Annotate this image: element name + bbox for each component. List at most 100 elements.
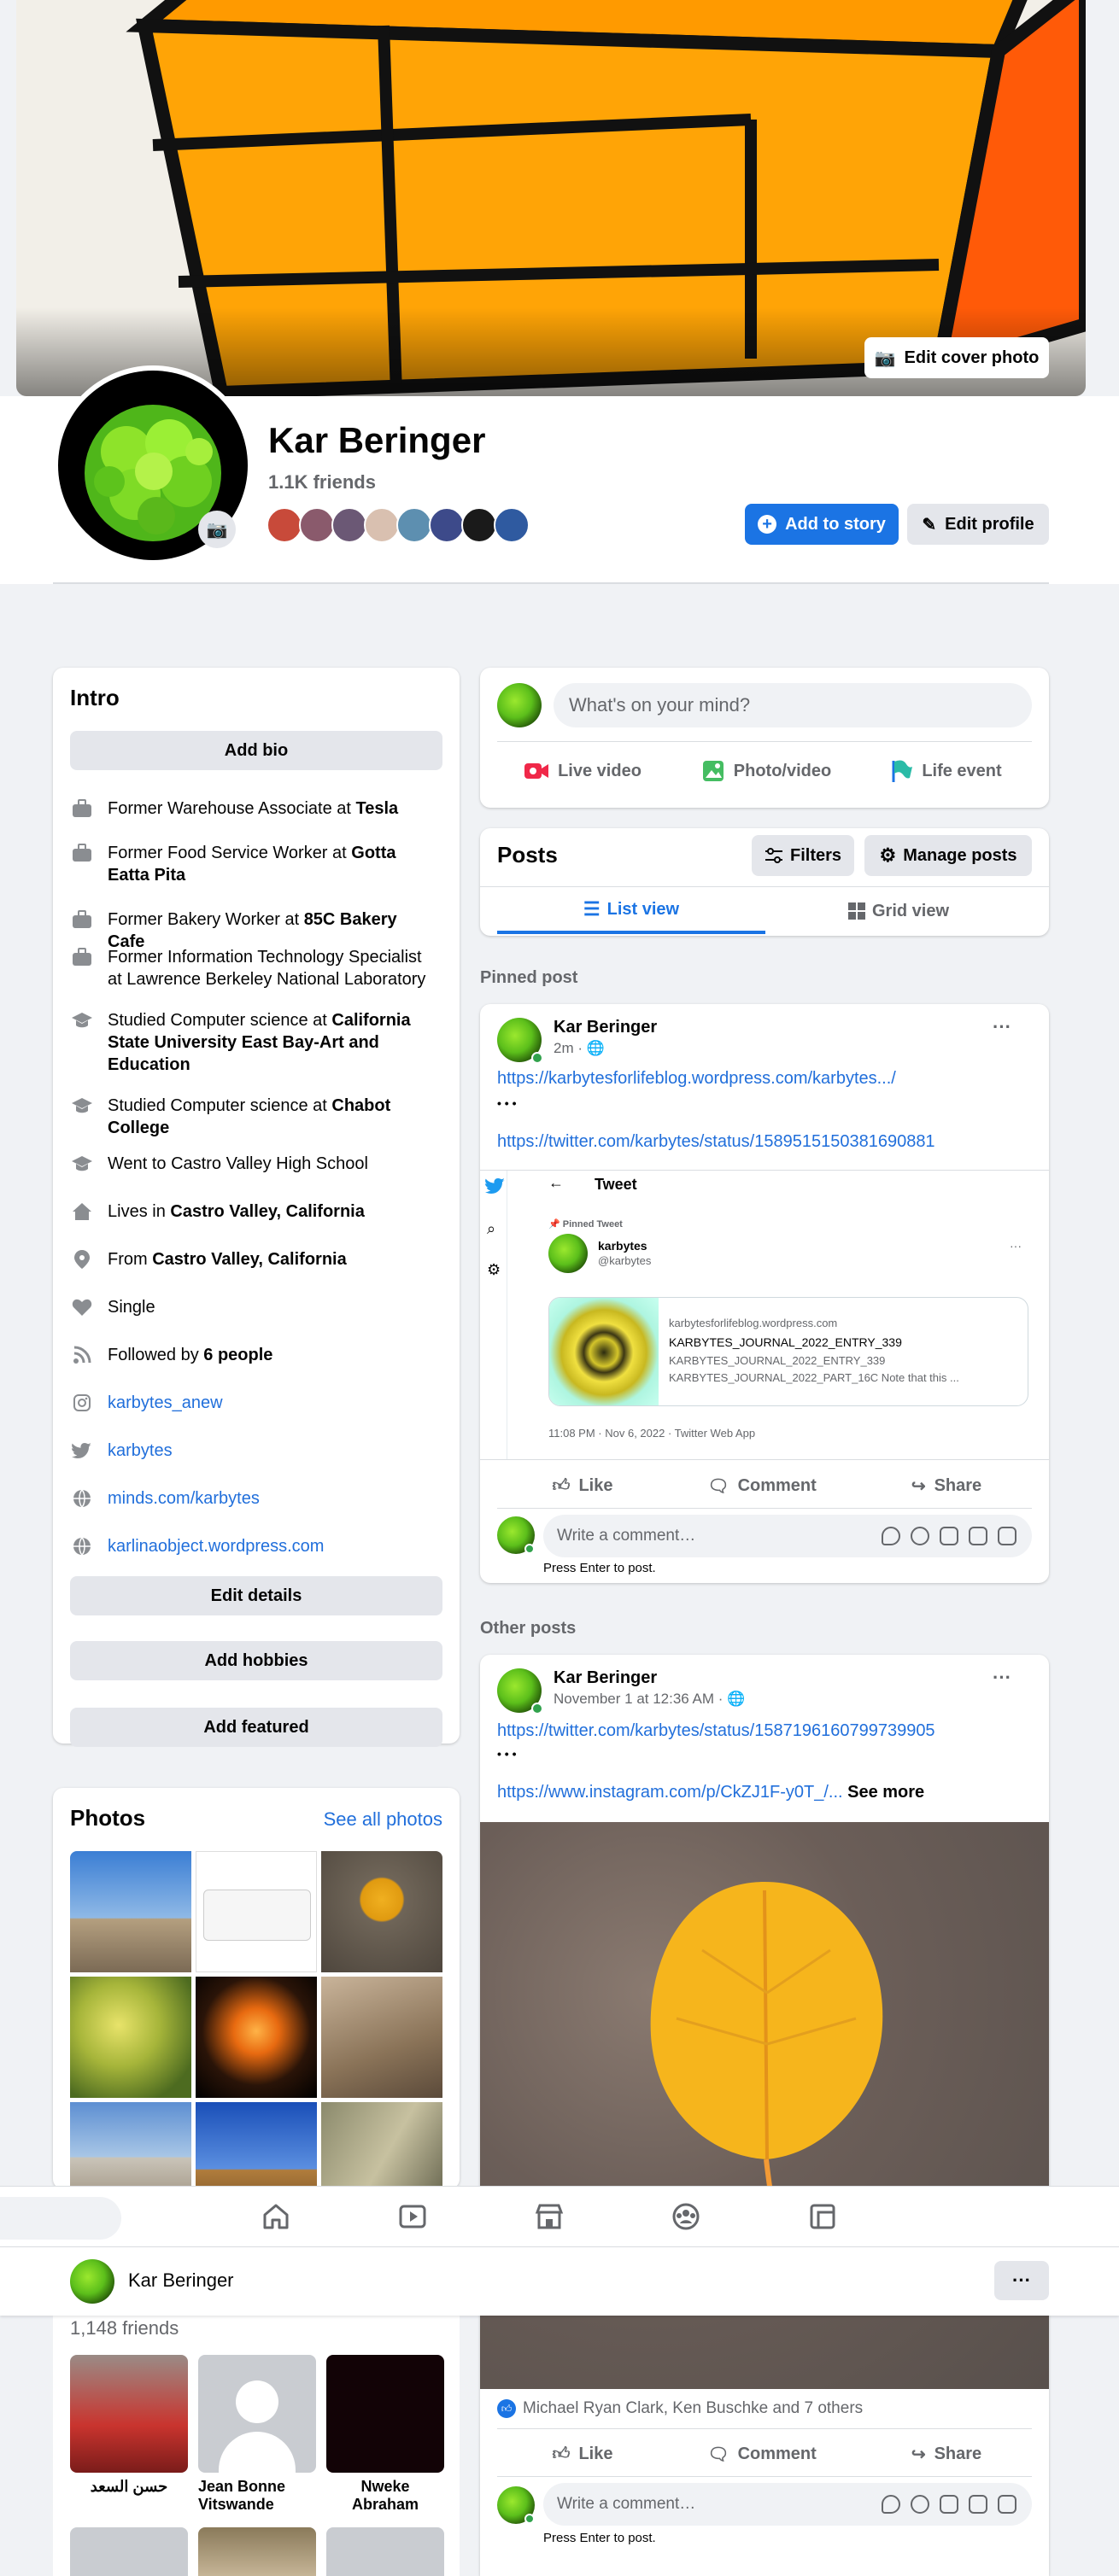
friend-tile[interactable] xyxy=(326,2527,444,2576)
like-button[interactable]: 👍︎ Like xyxy=(497,1465,668,1506)
friend-photo[interactable] xyxy=(198,2355,316,2473)
embedded-tweet-image[interactable]: ⌕ ⚙ ← Tweet 📌 Pinned Tweet karbytes @kar… xyxy=(480,1170,1049,1460)
post-link[interactable]: https://twitter.com/karbytes/status/1587… xyxy=(497,1721,935,1741)
groups-nav-icon[interactable] xyxy=(671,2202,700,2235)
friend-name[interactable]: Jean Bonne Vitswande xyxy=(198,2478,316,2514)
intro-link-item[interactable]: karbytes xyxy=(70,1440,437,1462)
friend-tile[interactable] xyxy=(198,2527,316,2576)
photo-thumbnail[interactable] xyxy=(70,1851,191,1972)
sticker-icon[interactable] xyxy=(882,1527,900,1545)
post-timestamp[interactable]: 2m · 🌐 xyxy=(554,1040,605,1057)
share-button[interactable]: ↪ Share xyxy=(861,1465,1032,1506)
post-options-button[interactable]: ··· xyxy=(993,1667,1011,1689)
twitter-sidebar: ⌕ ⚙ xyxy=(480,1171,507,1459)
composer-divider xyxy=(497,741,1032,742)
composer-avatar[interactable] xyxy=(497,683,542,727)
photo-thumbnail[interactable] xyxy=(196,1977,317,2098)
sticker-icon[interactable] xyxy=(882,2495,900,2514)
friend-tile[interactable]: حسن السعد xyxy=(70,2355,188,2496)
intro-link-item[interactable]: minds.com/karbytes xyxy=(70,1487,437,1510)
camera-icon[interactable] xyxy=(940,2495,958,2514)
like-button[interactable]: 👍︎ Like xyxy=(497,2433,668,2474)
photo-thumbnail[interactable] xyxy=(196,1851,317,1972)
add-featured-button[interactable]: Add featured xyxy=(70,1708,442,1747)
friend-name[interactable]: Nweke Abraham xyxy=(326,2478,444,2514)
gif-icon[interactable] xyxy=(969,2495,987,2514)
camera-icon[interactable] xyxy=(940,1527,958,1545)
friend-avatar[interactable] xyxy=(364,507,400,543)
photo-video-button[interactable]: Photo/video xyxy=(677,750,856,792)
edit-cover-photo-button[interactable]: 📷 Edit cover photo xyxy=(864,337,1049,378)
tab-grid-view[interactable]: Grid view xyxy=(765,888,1032,934)
life-event-button[interactable]: Life event xyxy=(861,750,1032,792)
manage-posts-button[interactable]: ⚙ Manage posts xyxy=(864,835,1032,876)
post-timestamp[interactable]: November 1 at 12:36 AM · 🌐 xyxy=(554,1691,745,1708)
friend-avatar[interactable] xyxy=(494,507,530,543)
sticker-icon[interactable] xyxy=(998,1527,1016,1545)
back-arrow-icon: ← xyxy=(548,1174,564,1191)
sticky-profile-name[interactable]: Kar Beringer xyxy=(128,2269,234,2292)
tab-list-view[interactable]: ☰ List view xyxy=(497,888,765,934)
friends-count[interactable]: 1.1K friends xyxy=(268,471,376,494)
comment-tools xyxy=(882,2495,1016,2514)
update-profile-picture-button[interactable]: 📷 xyxy=(198,511,236,548)
photo-thumbnail[interactable] xyxy=(70,2102,191,2189)
reactions-row[interactable]: 👍︎ Michael Ryan Clark, Ken Buschke and 7… xyxy=(497,2399,863,2418)
edit-profile-button[interactable]: ✎ Edit profile xyxy=(907,504,1049,545)
add-hobbies-button[interactable]: Add hobbies xyxy=(70,1641,442,1680)
friend-avatars[interactable] xyxy=(267,507,530,543)
friend-avatar[interactable] xyxy=(396,507,432,543)
marketplace-nav-icon[interactable] xyxy=(535,2202,564,2235)
emoji-icon[interactable] xyxy=(911,1527,929,1545)
photo-thumbnail[interactable] xyxy=(196,2102,317,2189)
see-all-photos-link[interactable]: See all photos xyxy=(324,1808,442,1831)
intro-item: Followed by 6 people xyxy=(70,1344,437,1366)
live-video-button[interactable]: Live video xyxy=(497,750,668,792)
filters-button[interactable]: Filters xyxy=(752,835,854,876)
post-link[interactable]: https://twitter.com/karbytes/status/1589… xyxy=(497,1132,935,1152)
gif-icon[interactable] xyxy=(969,1527,987,1545)
friend-tile[interactable] xyxy=(70,2527,188,2576)
home-nav-icon[interactable] xyxy=(261,2202,290,2235)
search-field-partial[interactable] xyxy=(0,2197,121,2240)
friend-avatar[interactable] xyxy=(461,507,497,543)
share-button[interactable]: ↪ Share xyxy=(861,2433,1032,2474)
post-link[interactable]: https://karbytesforlifeblog.wordpress.co… xyxy=(497,1069,896,1089)
see-more-link[interactable]: See more xyxy=(843,1783,924,1802)
post-author-name[interactable]: Kar Beringer xyxy=(554,1018,657,1037)
intro-item: Studied Computer science at Chabot Colle… xyxy=(70,1095,437,1139)
friend-tile[interactable]: Nweke Abraham xyxy=(326,2355,444,2514)
gaming-nav-icon[interactable] xyxy=(808,2202,837,2235)
comment-button[interactable]: 🗨 Comment xyxy=(677,1465,847,1506)
friend-photo[interactable] xyxy=(326,2355,444,2473)
watch-nav-icon[interactable] xyxy=(398,2202,427,2235)
tweet-author-name: karbytes xyxy=(598,1239,647,1253)
intro-link-item[interactable]: karbytes_anew xyxy=(70,1392,437,1414)
friend-name[interactable]: حسن السعد xyxy=(70,2478,188,2496)
photo-thumbnail[interactable] xyxy=(321,1851,442,1972)
sticky-avatar[interactable] xyxy=(70,2259,114,2304)
intro-link-item[interactable]: karlinaobject.wordpress.com xyxy=(70,1535,437,1557)
photo-thumbnail[interactable] xyxy=(321,1977,442,2098)
friend-avatar[interactable] xyxy=(429,507,465,543)
comment-input[interactable]: Write a comment… xyxy=(543,2483,1032,2526)
search-icon: ⌕ xyxy=(487,1220,496,1237)
composer-input[interactable]: What's on your mind? xyxy=(554,683,1032,727)
comment-input[interactable]: Write a comment… xyxy=(543,1515,1032,1557)
photo-thumbnail[interactable] xyxy=(70,1977,191,2098)
friend-avatar[interactable] xyxy=(267,507,302,543)
more-options-button[interactable]: ··· xyxy=(994,2261,1049,2300)
friend-avatar[interactable] xyxy=(299,507,335,543)
friend-avatar[interactable] xyxy=(331,507,367,543)
friend-photo[interactable] xyxy=(70,2355,188,2473)
emoji-icon[interactable] xyxy=(911,2495,929,2514)
add-bio-button[interactable]: Add bio xyxy=(70,731,442,770)
friend-tile[interactable]: Jean Bonne Vitswande xyxy=(198,2355,316,2514)
edit-details-button[interactable]: Edit details xyxy=(70,1576,442,1615)
post-author-name[interactable]: Kar Beringer xyxy=(554,1668,657,1688)
sticker-icon[interactable] xyxy=(998,2495,1016,2514)
post-options-button[interactable]: ··· xyxy=(993,1016,1011,1038)
photo-thumbnail[interactable] xyxy=(321,2102,442,2189)
comment-button[interactable]: 🗨 Comment xyxy=(677,2433,847,2474)
add-to-story-button[interactable]: + Add to story xyxy=(745,504,899,545)
